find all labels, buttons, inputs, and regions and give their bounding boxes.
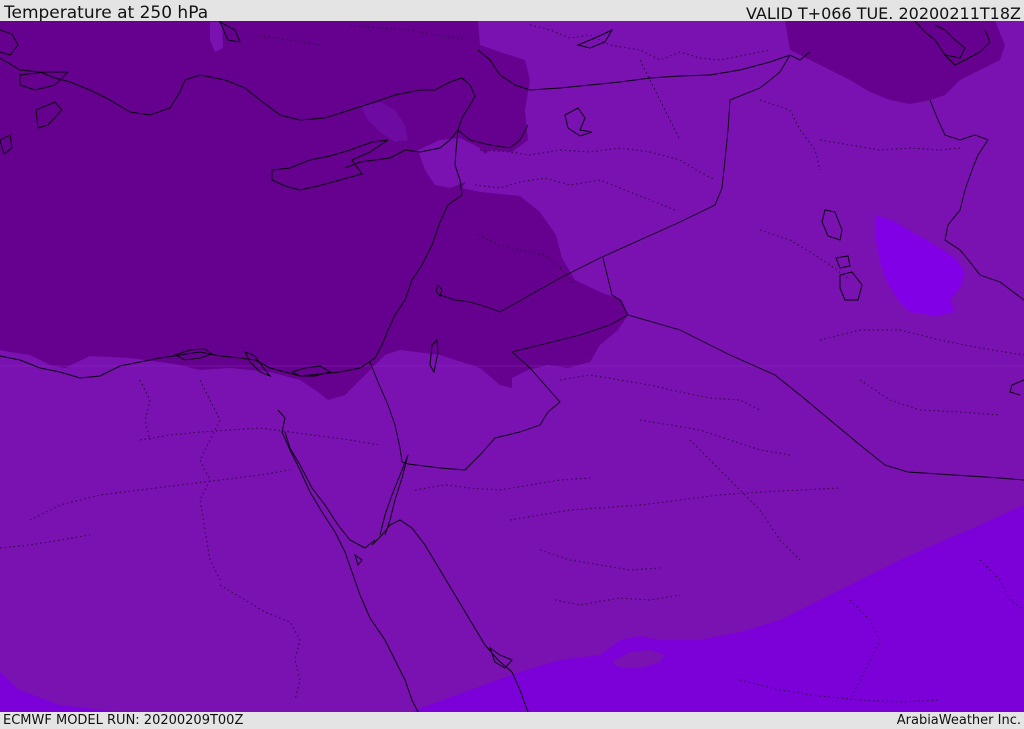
temperature-map[interactable]	[0, 21, 1024, 712]
header-bar: Temperature at 250 hPa VALID T+066 TUE. …	[0, 0, 1024, 23]
weather-map-frame: Temperature at 250 hPa VALID T+066 TUE. …	[0, 0, 1024, 729]
map-canvas	[0, 21, 1024, 712]
footer-bar: ECMWF MODEL RUN: 20200209T00Z ArabiaWeat…	[0, 712, 1024, 729]
credit-label: ArabiaWeather Inc.	[896, 713, 1021, 728]
model-run-label: ECMWF MODEL RUN: 20200209T00Z	[3, 713, 244, 728]
map-title: Temperature at 250 hPa	[4, 3, 209, 23]
